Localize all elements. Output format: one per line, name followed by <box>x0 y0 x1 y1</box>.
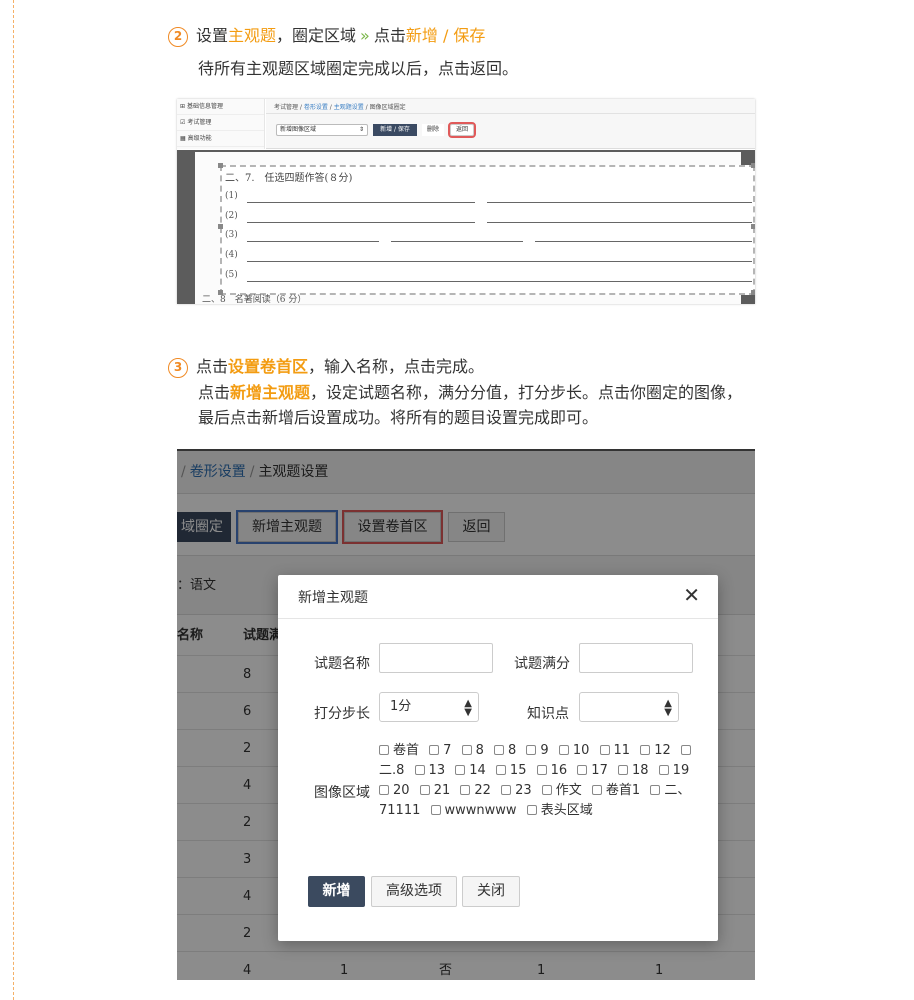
paper-image: 二、7. 任选四题作答(８分) (1) (2) (3) (4) (5) 二、8 … <box>177 150 755 304</box>
sidebar-item-advanced[interactable]: ▦ 高级功能 <box>177 131 264 147</box>
add-save-button[interactable]: 新增 / 保存 <box>373 124 417 136</box>
region-checkbox[interactable]: 23 <box>501 783 532 798</box>
score-step-select[interactable]: 1分 ▲ ▼ <box>379 692 479 722</box>
close-icon[interactable]: ✕ <box>683 585 700 605</box>
dotted-guide-line <box>13 0 14 1000</box>
region-checkbox[interactable]: 14 <box>455 763 486 778</box>
add-subjective-dialog: 新增主观题 ✕ 试题名称 试题满分 打分步长 1分 ▲ ▼ 知识点 ▲ ▼ 图像区域 … <box>278 575 718 941</box>
region-checkbox[interactable]: wwwnwww <box>430 803 517 818</box>
resize-handle[interactable] <box>751 224 755 229</box>
region-checkbox[interactable]: 16 <box>536 763 567 778</box>
select-arrows-icon: ⇕ <box>358 126 364 133</box>
full-score-input[interactable] <box>579 643 693 673</box>
score-step-label: 打分步长 <box>314 706 370 722</box>
step-3-line-3: 最后点击新增后设置成功。将所有的题目设置完成即可。 <box>198 408 599 427</box>
step-3-heading: 3 点击设置卷首区，输入名称，点击完成。 <box>168 355 484 379</box>
back-button[interactable]: 返回 <box>448 122 476 138</box>
resize-handle[interactable] <box>751 163 755 168</box>
delete-button[interactable]: 删除 <box>422 124 444 136</box>
next-question-text: 二、8 名著阅读（6 分） <box>202 295 307 304</box>
region-checkbox[interactable]: 作文 <box>541 783 582 798</box>
region-checkbox[interactable]: 18 <box>617 763 649 778</box>
resize-handle[interactable] <box>751 290 755 295</box>
question-text: 二、7. 任选四题作答(８分) <box>225 173 353 184</box>
sidebar-item-basic-info[interactable]: ⊞ 基础信息管理 <box>177 99 264 115</box>
step-2-heading: 2 设置主观题，圈定区域» 点击新增 / 保存 <box>168 24 485 48</box>
resize-handle[interactable] <box>218 224 223 229</box>
breadcrumb: 考试管理 / 卷形设置 / 主观题设置 / 图像区域圈定 <box>274 104 406 111</box>
question-name-input[interactable] <box>379 643 493 673</box>
region-type-select[interactable]: 新增图像区域 ⇕ <box>276 124 368 136</box>
select-arrows-icon: ▲ ▼ <box>464 698 472 718</box>
knowledge-point-label: 知识点 <box>527 706 569 722</box>
region-checkbox[interactable]: 22 <box>460 783 491 798</box>
sidebar-item-exam[interactable]: ☑ 考试管理 <box>177 115 264 131</box>
step-3-line-2: 点击新增主观题，设定试题名称，满分分值，打分步长。点击你圈定的图像， <box>198 383 743 402</box>
image-region-checkboxes: 卷首 7 8 8 9 10 11 12 二.8 13 14 15 16 17 1… <box>379 741 701 821</box>
step-number: 2 <box>168 27 188 47</box>
region-checkbox[interactable]: 8 <box>461 743 484 758</box>
edit-icon: ☑ <box>180 119 186 126</box>
region-checkbox[interactable]: 11 <box>599 743 630 758</box>
region-checkbox[interactable]: 15 <box>495 763 526 778</box>
region-checkbox[interactable]: 17 <box>577 763 608 778</box>
step-2-description: 待所有主观题区域圈定完成以后，点击返回。 <box>198 59 519 78</box>
resize-handle[interactable] <box>218 163 223 168</box>
selected-region[interactable] <box>220 165 755 295</box>
region-checkbox[interactable]: 表头区域 <box>526 803 593 818</box>
grid-icon: ▦ <box>180 135 186 142</box>
region-selection-screenshot: ⊞ 基础信息管理 ☑ 考试管理 ▦ 高级功能 考试管理 / 卷形设置 / 主观题… <box>177 99 755 304</box>
region-checkbox[interactable]: 21 <box>419 783 450 798</box>
region-checkbox[interactable]: 8 <box>494 743 516 758</box>
sidebar: ⊞ 基础信息管理 ☑ 考试管理 ▦ 高级功能 <box>177 99 265 149</box>
step-number: 3 <box>168 358 188 378</box>
region-checkbox[interactable]: 19 <box>658 763 689 778</box>
region-checkbox[interactable]: 卷首 <box>379 743 419 758</box>
select-arrows-icon: ▲ ▼ <box>664 698 672 718</box>
image-region-label: 图像区域 <box>314 785 370 801</box>
region-checkbox[interactable]: 9 <box>526 743 549 758</box>
region-checkbox[interactable]: 13 <box>414 763 445 778</box>
tutorial-page: 2 设置主观题，圈定区域» 点击新增 / 保存 待所有主观题区域圈定完成以后，点击返… <box>0 0 914 1000</box>
toolbar-area: 考试管理 / 卷形设置 / 主观题设置 / 图像区域圈定 新增图像区域 ⇕ 新增 … <box>266 99 755 149</box>
region-checkbox[interactable]: 10 <box>558 743 589 758</box>
add-button[interactable]: 新增 <box>308 876 365 907</box>
close-button[interactable]: 关闭 <box>462 876 520 907</box>
advanced-options-button[interactable]: 高级选项 <box>371 876 457 907</box>
knowledge-point-select[interactable]: ▲ ▼ <box>579 692 679 722</box>
region-checkbox[interactable]: 卷首1 <box>591 783 640 798</box>
question-name-label: 试题名称 <box>314 656 370 672</box>
full-score-label: 试题满分 <box>514 656 570 672</box>
sitemap-icon: ⊞ <box>180 103 186 110</box>
region-checkbox[interactable]: 12 <box>640 743 671 758</box>
dialog-title: 新增主观题 <box>298 590 368 606</box>
region-checkbox[interactable]: 7 <box>429 743 451 758</box>
region-checkbox[interactable]: 20 <box>379 783 410 798</box>
double-arrow-icon: » <box>360 26 370 45</box>
